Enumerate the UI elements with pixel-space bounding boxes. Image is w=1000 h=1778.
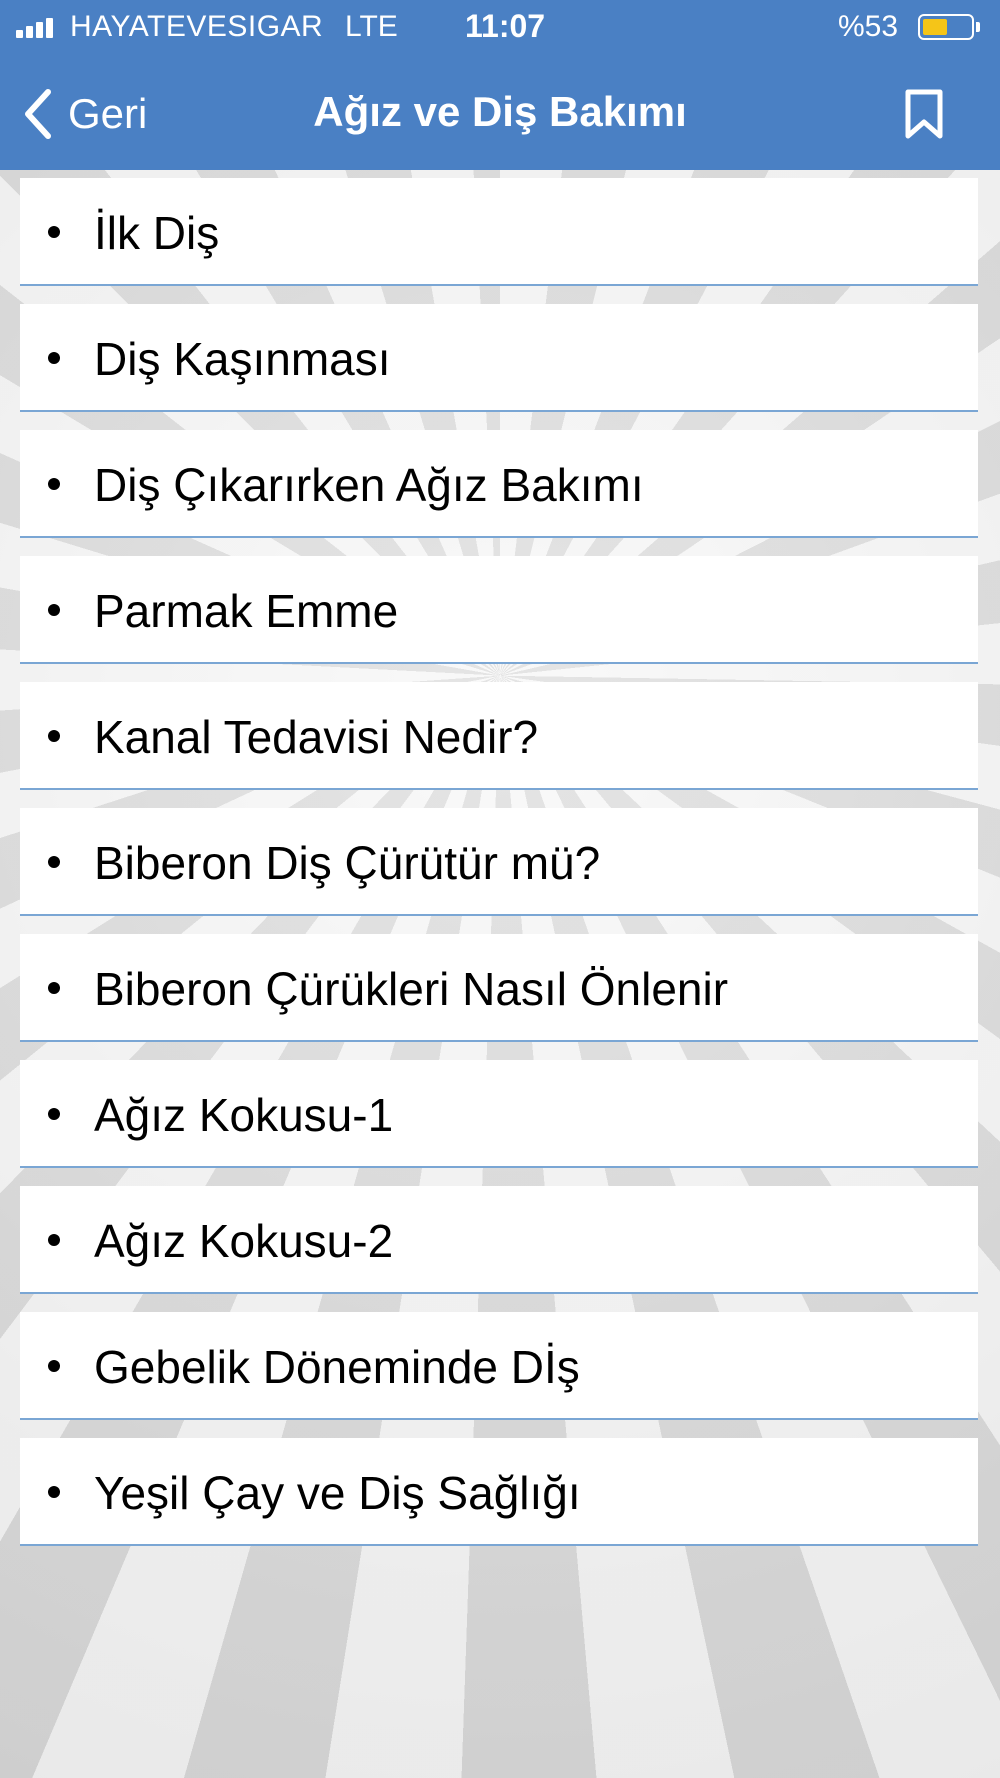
bookmark-icon — [905, 89, 943, 139]
list-item-label: Diş Kaşınması — [94, 333, 391, 385]
status-bar: HAYATEVESIGAR LTE 11:07 %53 — [0, 0, 1000, 56]
bookmark-button[interactable] — [902, 88, 946, 140]
list-item-label: Ağız Kokusu-2 — [94, 1215, 394, 1267]
bullet-icon — [48, 1486, 60, 1498]
list-item-label: Ağız Kokusu-1 — [94, 1089, 394, 1141]
list-item[interactable]: Kanal Tedavisi Nedir? — [20, 682, 978, 790]
battery-terminal — [976, 22, 980, 32]
list-item[interactable]: Biberon Çürükleri Nasıl Önlenir — [20, 934, 978, 1042]
signal-strength-icon — [16, 16, 60, 38]
chevron-left-icon — [25, 89, 51, 139]
list-item[interactable]: İlk Diş — [20, 178, 978, 286]
list-item[interactable]: Ağız Kokusu-2 — [20, 1186, 978, 1294]
list-item-label: Parmak Emme — [94, 585, 399, 637]
list-item[interactable]: Parmak Emme — [20, 556, 978, 664]
bullet-icon — [48, 1234, 60, 1246]
back-label: Geri — [68, 90, 148, 137]
list-item-label: Biberon Çürükleri Nasıl Önlenir — [94, 963, 729, 1015]
list-item[interactable]: Gebelik Döneminde Dİş — [20, 1312, 978, 1420]
list-item[interactable]: Diş Kaşınması — [20, 304, 978, 412]
list-item-label: Kanal Tedavisi Nedir? — [94, 711, 539, 763]
topic-list: İlk Diş Diş Kaşınması Diş Çıkarırken Ağız … — [20, 178, 978, 1564]
page-title: Ağız ve Diş Bakımı — [313, 88, 687, 135]
bullet-icon — [48, 982, 60, 994]
bullet-icon — [48, 1108, 60, 1120]
list-item[interactable]: Diş Çıkarırken Ağız Bakımı — [20, 430, 978, 538]
list-item-label: İlk Diş — [94, 207, 220, 259]
bullet-icon — [48, 226, 60, 238]
bullet-icon — [48, 478, 60, 490]
list-item-label: Gebelik Döneminde Dİş — [94, 1341, 580, 1393]
bullet-icon — [48, 604, 60, 616]
navigation-bar: Geri Ağız ve Diş Bakımı — [0, 62, 1000, 162]
back-button[interactable]: Geri — [20, 84, 147, 144]
list-item-label: Biberon Diş Çürütür mü? — [94, 837, 601, 889]
battery-level — [923, 19, 947, 35]
battery-percent: %53 — [838, 10, 899, 43]
bullet-icon — [48, 352, 60, 364]
bullet-icon — [48, 1360, 60, 1372]
bullet-icon — [48, 730, 60, 742]
list-item[interactable]: Yeşil Çay ve Diş Sağlığı — [20, 1438, 978, 1546]
header: HAYATEVESIGAR LTE 11:07 %53 Geri Ağız ve… — [0, 0, 1000, 170]
status-time: 11:07 — [465, 8, 546, 44]
list-item-label: Diş Çıkarırken Ağız Bakımı — [94, 459, 644, 511]
carrier-name: HAYATEVESIGAR — [70, 10, 324, 43]
bullet-icon — [48, 856, 60, 868]
list-item-label: Yeşil Çay ve Diş Sağlığı — [94, 1467, 581, 1519]
battery-icon — [918, 14, 974, 40]
list-item[interactable]: Biberon Diş Çürütür mü? — [20, 808, 978, 916]
network-type: LTE — [345, 10, 398, 43]
list-item[interactable]: Ağız Kokusu-1 — [20, 1060, 978, 1168]
